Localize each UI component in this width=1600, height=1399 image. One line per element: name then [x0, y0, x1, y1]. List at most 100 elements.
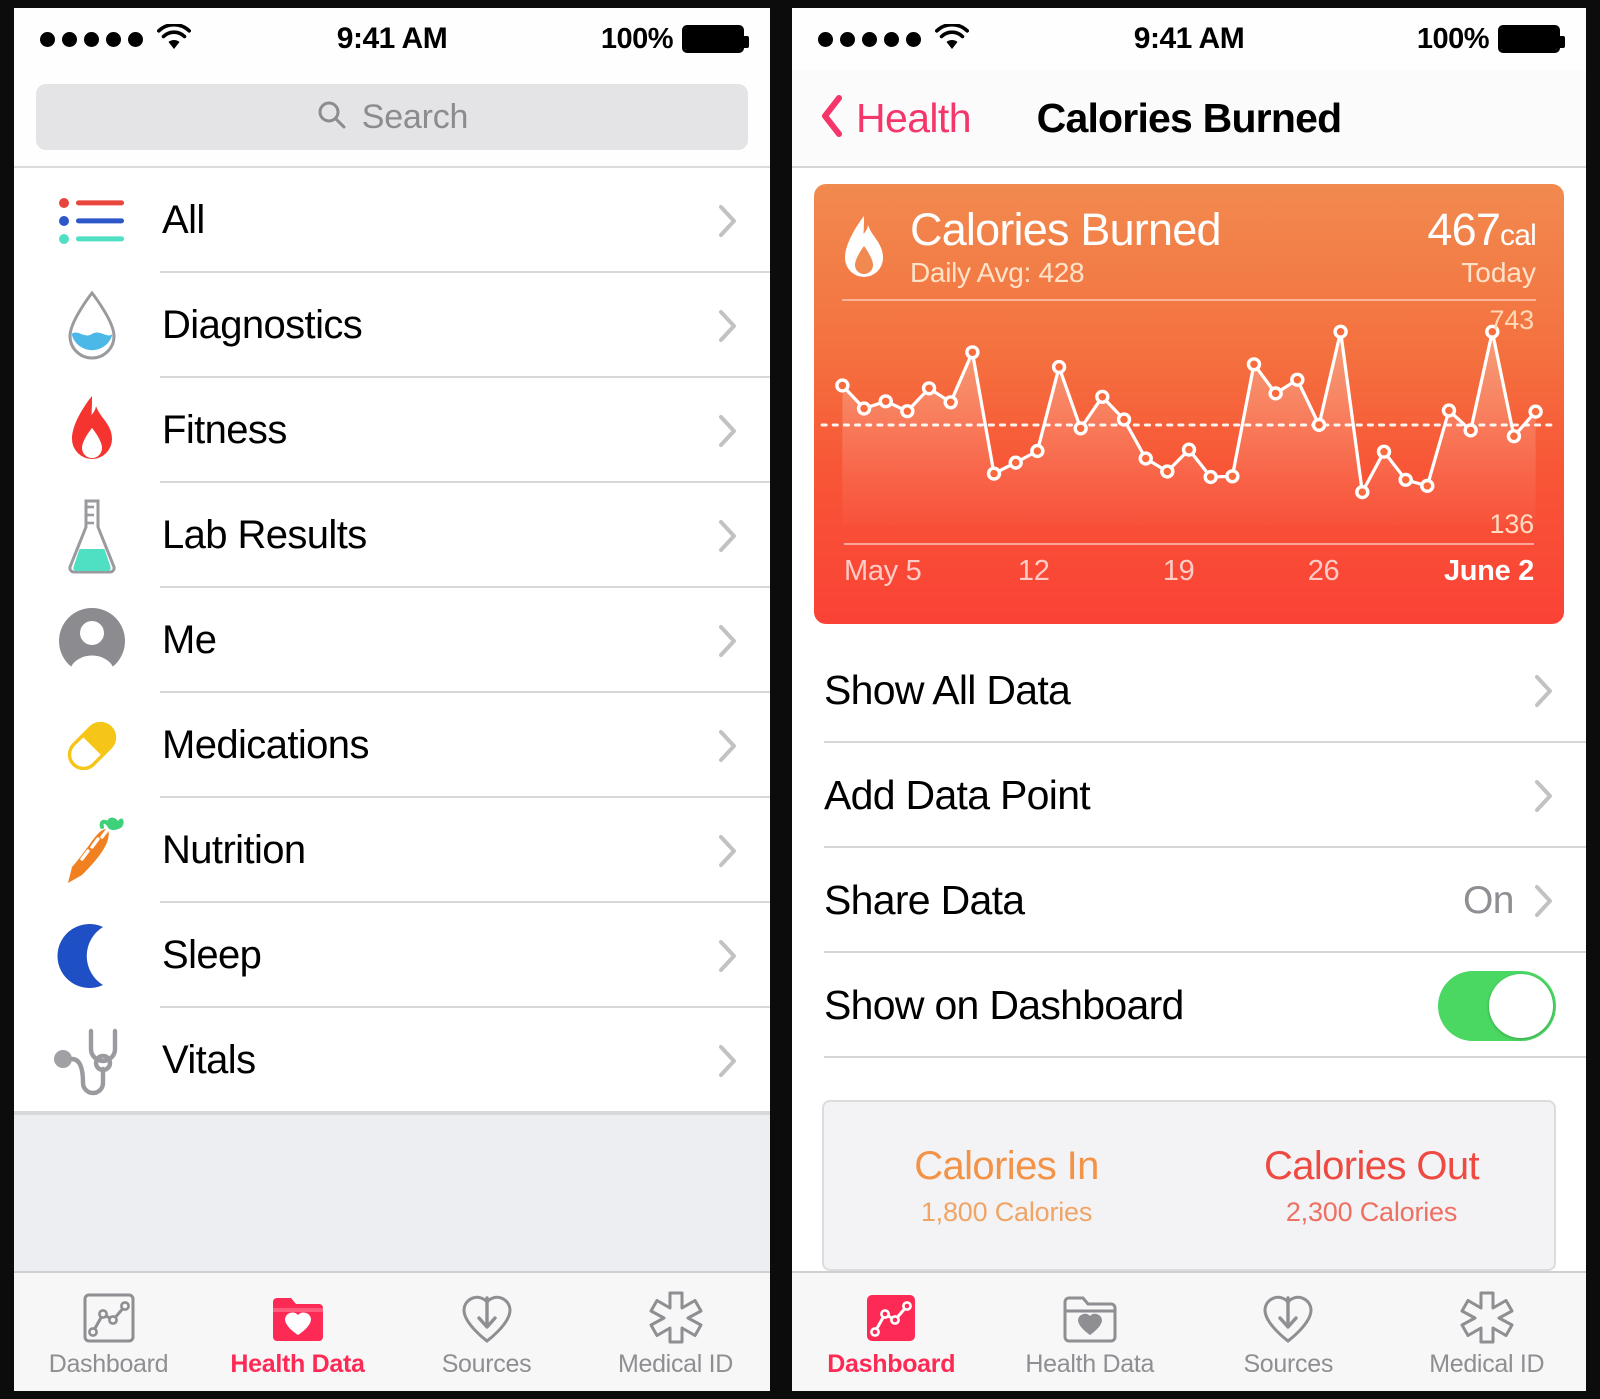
star-of-life-icon [1460, 1286, 1514, 1344]
heart-download-icon [459, 1286, 515, 1344]
tab-health-data[interactable]: Health Data [991, 1286, 1190, 1379]
chart-data-point [1441, 403, 1457, 418]
chart-data-point [1376, 444, 1392, 460]
search-icon [316, 99, 348, 136]
flask-icon [46, 497, 138, 575]
chart-ymax-label: 743 [1489, 305, 1535, 336]
list-item-fitness[interactable]: Fitness [14, 378, 770, 483]
chart-data-point [900, 404, 915, 419]
calories-out-title: Calories Out [1263, 1144, 1480, 1188]
tab-sources[interactable]: Sources [392, 1286, 581, 1379]
chart-data-point [835, 378, 850, 393]
row-show-all-data[interactable]: Show All Data [792, 638, 1586, 743]
chart-data-point [1268, 386, 1283, 401]
chart-data-point [1528, 404, 1543, 419]
toggle-knob [1489, 973, 1553, 1038]
chart-data-point [965, 345, 980, 360]
tab-medical-id[interactable]: Medical ID [581, 1286, 770, 1379]
back-button[interactable]: Health [818, 93, 972, 144]
status-bar-left: 9:41 AM 100% [14, 8, 770, 70]
chart-data-point [1073, 421, 1088, 436]
tab-sources[interactable]: Sources [1189, 1286, 1388, 1379]
tab-label: Health Data [1025, 1349, 1155, 1378]
chevron-left-icon [818, 93, 846, 144]
chart-data-point [1246, 357, 1262, 372]
list-item-lab-results[interactable]: Lab Results [14, 483, 770, 588]
list-item-medications[interactable]: Medications [14, 693, 770, 798]
list-lines-icon [46, 193, 138, 249]
chevron-right-icon [1532, 881, 1556, 921]
chart-data-point [1095, 389, 1110, 405]
dashboard-chart-icon [82, 1286, 136, 1344]
chart-data-point [1333, 324, 1348, 340]
chevron-right-icon [1532, 671, 1556, 711]
calories-burned-screen: 9:41 AM 100% Health Calories Burned Calo… [792, 8, 1586, 1391]
card-divider [842, 299, 1536, 302]
list-item-label: Sleep [162, 933, 262, 977]
chart-data-point [1225, 469, 1240, 484]
list-item-nutrition[interactable]: Nutrition [14, 798, 770, 903]
show-on-dashboard-toggle[interactable] [1438, 970, 1556, 1041]
row-label: Show All Data [824, 667, 1071, 713]
tab-dashboard[interactable]: Dashboard [14, 1286, 203, 1379]
tab-label: Sources [1243, 1349, 1334, 1378]
battery-full-icon [1498, 25, 1565, 53]
list-item-label: Fitness [162, 408, 287, 452]
chart-data-point [1463, 423, 1478, 438]
left-phone-frame: 9:41 AM 100% Search All Diagnostics Fitn… [0, 0, 780, 1399]
status-bar-right: 9:41 AM 100% [792, 8, 1586, 70]
tab-label: Medical ID [617, 1349, 734, 1378]
chevron-right-icon [716, 726, 740, 766]
battery-percent-label: 100% [600, 22, 674, 55]
calories-burned-card[interactable]: Calories Burned Daily Avg: 428 467cal To… [814, 184, 1564, 624]
person-avatar-icon [46, 606, 138, 676]
battery-percent-label: 100% [1416, 22, 1490, 55]
search-input[interactable]: Search [36, 84, 748, 150]
chevron-right-icon [716, 306, 740, 346]
row-share-data[interactable]: Share Data On [792, 848, 1586, 953]
chart-data-point [1290, 372, 1305, 388]
chart-data-point [1203, 470, 1218, 485]
row-label: Show on Dashboard [824, 982, 1184, 1028]
list-item-sleep[interactable]: Sleep [14, 903, 770, 1008]
tab-medical-id[interactable]: Medical ID [1388, 1286, 1587, 1379]
chart-x-axis-rule [844, 543, 1534, 546]
star-of-life-icon [649, 1286, 703, 1344]
list-item-all[interactable]: All [14, 168, 770, 273]
list-item-label: Me [162, 618, 217, 662]
wifi-icon [935, 22, 969, 55]
chart-data-point [1116, 412, 1132, 427]
card-value-number: 467 [1427, 204, 1501, 255]
list-item-diagnostics[interactable]: Diagnostics [14, 273, 770, 378]
list-item-me[interactable]: Me [14, 588, 770, 693]
chevron-right-icon [716, 936, 740, 976]
folder-heart-icon [1062, 1286, 1118, 1344]
calories-out-column: Calories Out 2,300 Calories [1189, 1144, 1554, 1228]
chart-data-point [1420, 479, 1435, 494]
tab-bar-right: Dashboard Health Data Sources Medical ID [792, 1271, 1586, 1391]
chevron-right-icon [716, 201, 740, 241]
chart-data-point [1311, 418, 1327, 433]
tab-bar-left: Dashboard Health Data Sources Medical ID [14, 1271, 770, 1391]
chart-data-point [878, 394, 893, 409]
tab-label: Sources [441, 1349, 532, 1378]
health-categories-list: All Diagnostics Fitness Lab Results Me M… [14, 168, 770, 1113]
chevron-right-icon [1532, 776, 1556, 816]
status-left-group [818, 22, 969, 55]
chart-data-point [1506, 429, 1522, 444]
tab-dashboard[interactable]: Dashboard [792, 1286, 991, 1379]
row-add-data-point[interactable]: Add Data Point [792, 743, 1586, 848]
row-label: Share Data [824, 877, 1025, 923]
tab-health-data[interactable]: Health Data [203, 1286, 392, 1379]
calories-summary-panel[interactable]: Calories In 1,800 Calories Calories Out … [822, 1100, 1556, 1271]
signal-dots-icon [40, 31, 143, 47]
chart-data-point [1398, 472, 1413, 488]
list-item-label: Diagnostics [162, 303, 363, 347]
chevron-right-icon [716, 1041, 740, 1081]
chart-area-fill [842, 331, 1536, 526]
list-item-vitals[interactable]: Vitals [14, 1008, 770, 1113]
chart-data-point [986, 466, 1002, 481]
flame-icon [840, 206, 896, 289]
calories-in-column: Calories In 1,800 Calories [824, 1144, 1189, 1228]
carrot-icon [46, 813, 138, 889]
